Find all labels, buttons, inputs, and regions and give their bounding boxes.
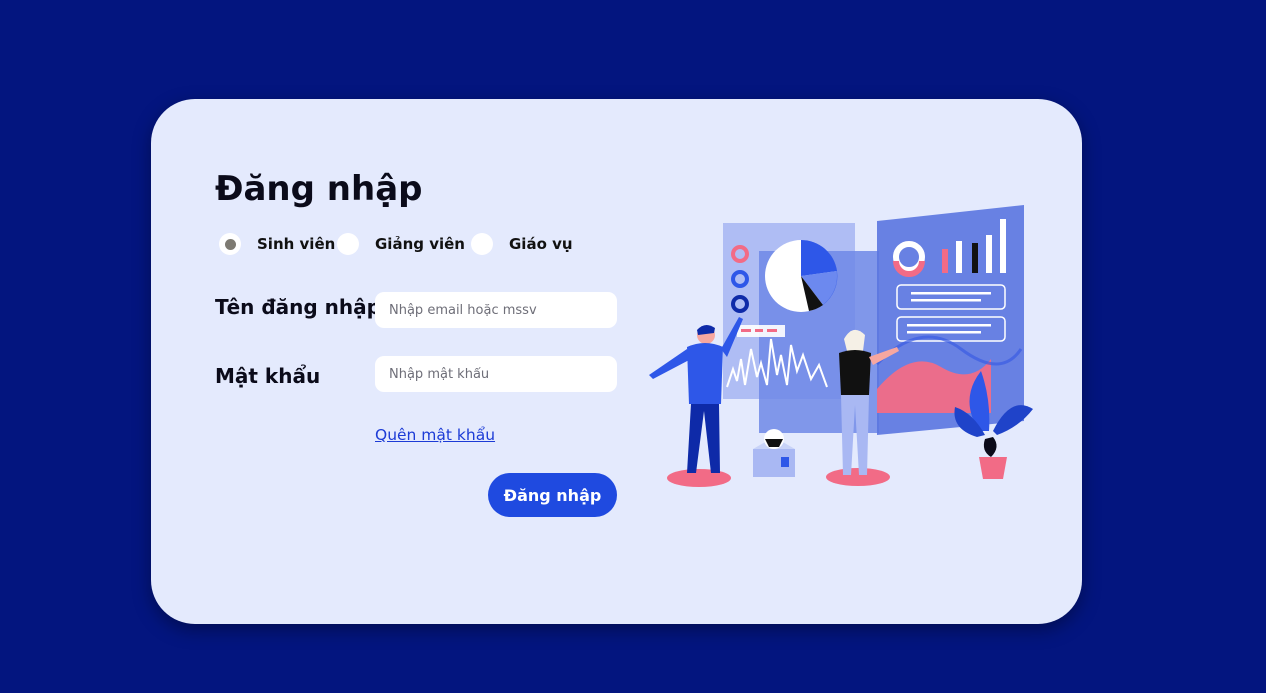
password-input[interactable] [375, 356, 617, 392]
radio-selected-icon[interactable] [219, 233, 241, 255]
role-option-giao-vu[interactable]: Giáo vụ [471, 233, 573, 255]
role-label: Sinh viên [257, 235, 336, 253]
password-label: Mật khẩu [215, 364, 321, 388]
login-card: Đăng nhập Sinh viên Giảng viên Giáo vụ T… [151, 99, 1082, 624]
login-button[interactable]: Đăng nhập [488, 473, 617, 517]
page-title: Đăng nhập [215, 169, 423, 209]
radio-unselected-icon[interactable] [337, 233, 359, 255]
radio-unselected-icon[interactable] [471, 233, 493, 255]
username-label: Tên đăng nhập [215, 295, 381, 319]
data-analytics-illustration-icon [649, 205, 1033, 487]
forgot-password-link[interactable]: Quên mật khẩu [375, 426, 495, 444]
role-label: Giáo vụ [509, 235, 573, 253]
username-input[interactable] [375, 292, 617, 328]
role-label: Giảng viên [375, 235, 465, 253]
role-option-giang-vien[interactable]: Giảng viên [337, 233, 465, 255]
role-option-sinh-vien[interactable]: Sinh viên [219, 233, 335, 255]
